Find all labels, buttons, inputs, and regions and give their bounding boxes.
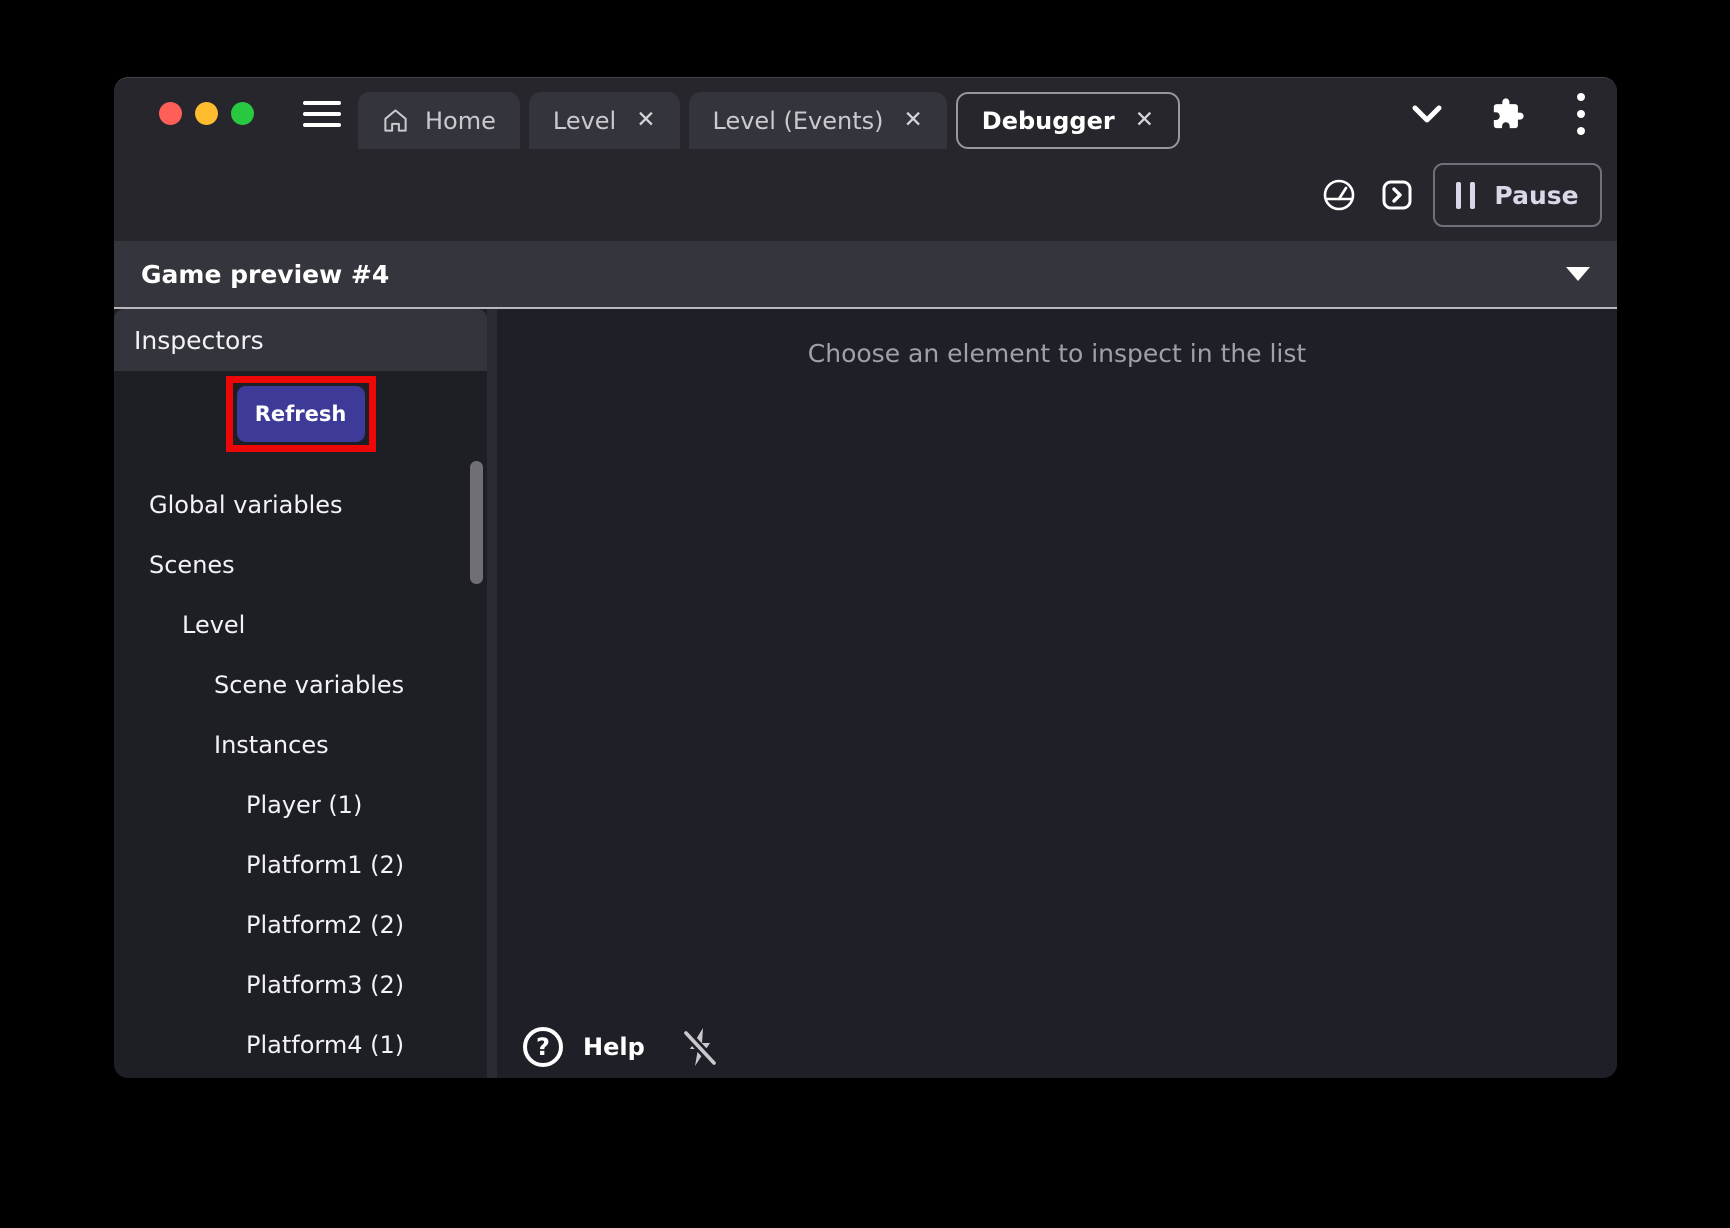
tab-label: Debugger: [982, 107, 1115, 135]
tab-level-events[interactable]: Level (Events) ✕: [689, 92, 947, 149]
inspector-panel: Choose an element to inspect in the list…: [497, 309, 1617, 1078]
zoom-window-button[interactable]: [231, 102, 254, 125]
empty-state-hint: Choose an element to inspect in the list: [808, 339, 1306, 1078]
tree-item-platform3[interactable]: Platform3 (2): [114, 955, 487, 1015]
debugger-toolbar: Pause: [114, 149, 1617, 241]
tab-label: Level (Events): [713, 107, 884, 135]
close-icon[interactable]: ✕: [636, 109, 655, 132]
game-preview-selector[interactable]: Game preview #4: [114, 241, 1617, 309]
tree-item-scene-variables[interactable]: Scene variables: [114, 655, 487, 715]
tab-label: Home: [425, 107, 496, 135]
minimize-window-button[interactable]: [195, 102, 218, 125]
panel-divider[interactable]: [487, 309, 497, 1078]
tab-bar: Home Level ✕ Level (Events) ✕ Debugger ✕: [358, 92, 1180, 149]
home-icon: [382, 107, 409, 134]
inspectors-sidebar: Inspectors Refresh Global variables Scen…: [114, 309, 487, 1078]
titlebar: Home Level ✕ Level (Events) ✕ Debugger ✕: [114, 78, 1617, 149]
pause-button[interactable]: Pause: [1433, 163, 1602, 227]
annotation-highlight-box: Refresh: [226, 376, 376, 452]
tree-item-platform2[interactable]: Platform2 (2): [114, 895, 487, 955]
kebab-menu-icon[interactable]: [1573, 91, 1589, 137]
close-icon[interactable]: ✕: [1135, 109, 1154, 132]
inspector-tree: Global variables Scenes Level Scene vari…: [114, 475, 487, 1075]
question-mark-icon: ?: [523, 1027, 563, 1067]
inspectors-header: Inspectors: [114, 309, 487, 371]
puzzle-extension-icon[interactable]: [1491, 97, 1525, 131]
traffic-lights: [159, 78, 254, 149]
hamburger-menu-icon[interactable]: [303, 78, 341, 149]
help-button[interactable]: ? Help: [523, 1027, 645, 1067]
app-window: Home Level ✕ Level (Events) ✕ Debugger ✕: [114, 77, 1617, 1078]
pause-icon: [1456, 182, 1475, 209]
tree-item-platform4[interactable]: Platform4 (1): [114, 1015, 487, 1075]
close-icon[interactable]: ✕: [903, 109, 922, 132]
tree-item-instances[interactable]: Instances: [114, 715, 487, 775]
sidebar-scrollbar[interactable]: [470, 461, 483, 584]
close-window-button[interactable]: [159, 102, 182, 125]
tree-item-platform1[interactable]: Platform1 (2): [114, 835, 487, 895]
titlebar-actions: [1411, 78, 1589, 149]
pause-button-label: Pause: [1494, 181, 1578, 210]
tab-debugger[interactable]: Debugger ✕: [956, 92, 1180, 149]
console-icon[interactable]: [1381, 179, 1413, 211]
tab-home[interactable]: Home: [358, 92, 520, 149]
profiler-gauge-icon[interactable]: [1321, 177, 1357, 213]
panel-footer: ? Help: [523, 1026, 719, 1068]
refresh-button[interactable]: Refresh: [237, 386, 365, 442]
flash-off-icon[interactable]: [681, 1026, 719, 1068]
debugger-content: Inspectors Refresh Global variables Scen…: [114, 309, 1617, 1078]
game-preview-label: Game preview #4: [141, 260, 389, 289]
chevron-down-icon[interactable]: [1411, 104, 1443, 124]
tree-item-scenes[interactable]: Scenes: [114, 535, 487, 595]
dropdown-caret-icon: [1566, 267, 1590, 281]
tab-label: Level: [553, 107, 616, 135]
help-button-label: Help: [583, 1033, 645, 1061]
tab-level[interactable]: Level ✕: [529, 92, 680, 149]
tree-item-player[interactable]: Player (1): [114, 775, 487, 835]
tree-item-level[interactable]: Level: [114, 595, 487, 655]
tree-item-global-variables[interactable]: Global variables: [114, 475, 487, 535]
